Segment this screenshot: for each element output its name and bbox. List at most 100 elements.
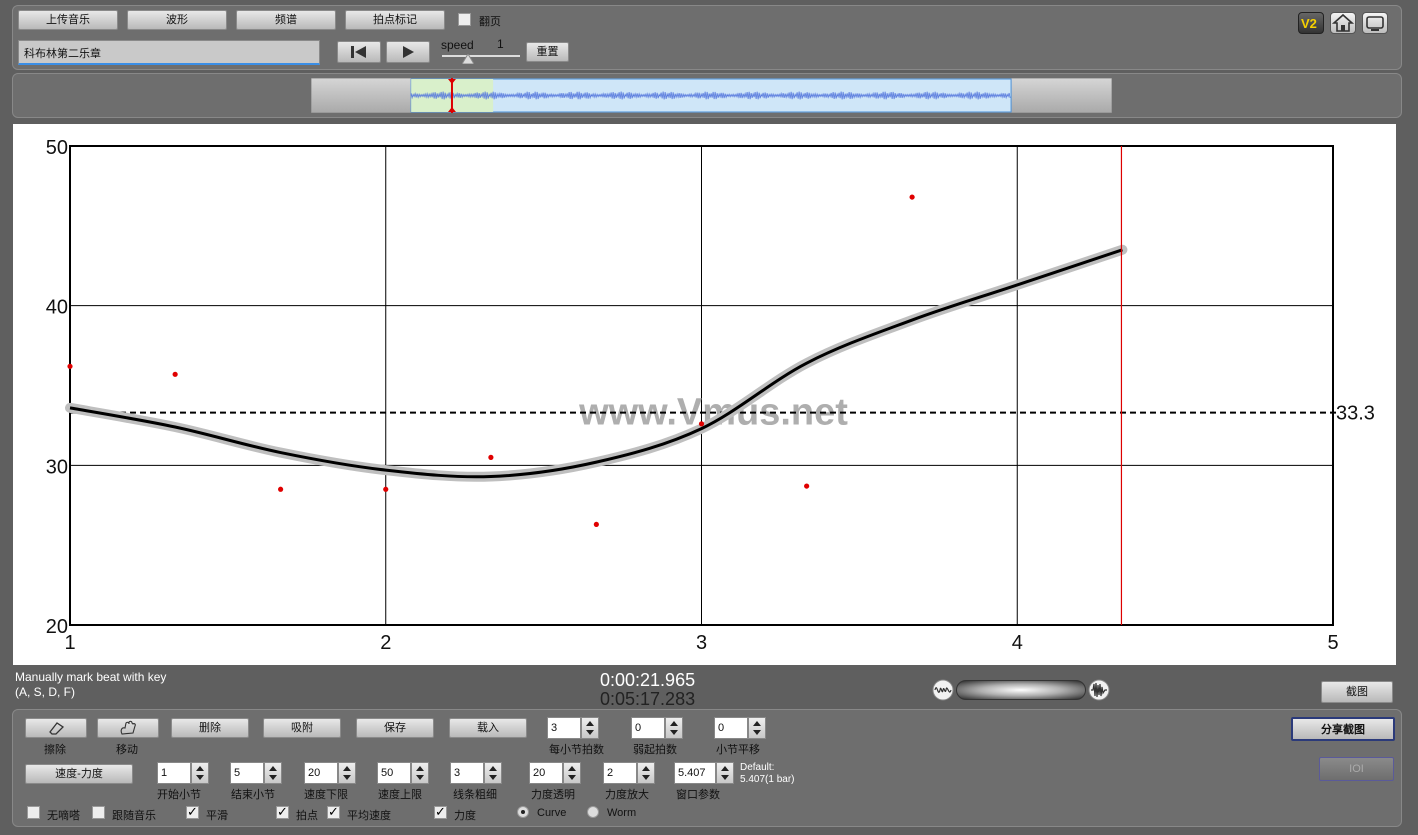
dynamics-opacity-label: 力度透明 [531, 789, 575, 801]
dynamics-checkbox[interactable] [434, 804, 447, 820]
speed-slider-track [442, 55, 520, 57]
page-flip-checkbox[interactable] [458, 13, 471, 26]
dynamics-scale-arrows[interactable] [637, 762, 655, 784]
tempo-min-label: 速度下限 [304, 789, 348, 801]
rewind-button[interactable] [337, 41, 381, 63]
volume-slider-track[interactable] [956, 680, 1086, 700]
save-button[interactable]: 保存 [356, 718, 434, 738]
tempo-max-value[interactable]: 50 [377, 762, 411, 784]
chart-beat-point[interactable] [172, 371, 178, 377]
chart-beat-point[interactable] [804, 483, 810, 489]
hand-icon [120, 720, 136, 735]
waveform-overview[interactable] [311, 78, 1112, 113]
manual-mark-keys: (A, S, D, F) [15, 685, 75, 699]
tempo-min-value[interactable]: 20 [304, 762, 338, 784]
screen-icon [1366, 16, 1384, 31]
home-button[interactable] [1330, 12, 1356, 34]
chart-beat-point[interactable] [488, 454, 494, 460]
tempo-min-arrows[interactable] [338, 762, 356, 784]
follow-music-checkbox[interactable] [92, 806, 105, 819]
current-time: 0:00:21.965 [600, 670, 696, 690]
tempo-max-stepper[interactable]: 50 [377, 762, 429, 784]
dynamics-opacity-stepper[interactable]: 20 [529, 762, 581, 784]
window-param-arrows[interactable] [716, 762, 734, 784]
chart-beat-point[interactable] [278, 486, 284, 492]
volume-control[interactable] [932, 678, 1112, 702]
skip-back-icon [351, 46, 366, 58]
beats-per-bar-arrows[interactable] [581, 717, 599, 739]
default-label: Default: [740, 762, 775, 773]
start-bar-arrows[interactable] [191, 762, 209, 784]
line-width-stepper[interactable]: 3 [450, 762, 502, 784]
delete-button[interactable]: 删除 [171, 718, 249, 738]
pickup-beats-label: 弱起拍数 [633, 744, 677, 756]
beat-points-checkbox[interactable] [276, 804, 289, 820]
dynamics-scale-stepper[interactable]: 2 [603, 762, 655, 784]
window-param-value[interactable]: 5.407 [674, 762, 716, 784]
avg-tempo-label: 平均速度 [347, 810, 391, 822]
bar-shift-stepper[interactable]: 0 [714, 717, 766, 739]
chart-dynamics-band [65, 244, 1128, 482]
tempo-min-stepper[interactable]: 20 [304, 762, 356, 784]
chart-beat-point[interactable] [383, 486, 389, 492]
window-param-stepper[interactable]: 5.407 [674, 762, 734, 784]
worm-label: Worm [607, 807, 637, 819]
tempo-max-label: 速度上限 [378, 789, 422, 801]
line-width-arrows[interactable] [484, 762, 502, 784]
screen-button[interactable] [1362, 12, 1388, 34]
waveform-button[interactable]: 波形 [127, 10, 227, 30]
spectrum-button[interactable]: 频谱 [236, 10, 336, 30]
tempo-dynamics-mode-button[interactable]: 速度-力度 [25, 764, 133, 784]
track-name-field[interactable]: 科布林第二乐章 [18, 40, 320, 65]
snap-button[interactable]: 吸附 [263, 718, 341, 738]
follow-music-label: 跟随音乐 [112, 810, 156, 822]
end-bar-stepper[interactable]: 5 [230, 762, 282, 784]
dynamics-scale-value[interactable]: 2 [603, 762, 637, 784]
worm-radio[interactable] [587, 806, 599, 818]
tempo-max-arrows[interactable] [411, 762, 429, 784]
dynamics-opacity-arrows[interactable] [563, 762, 581, 784]
end-bar-arrows[interactable] [264, 762, 282, 784]
bar-shift-arrows[interactable] [748, 717, 766, 739]
bar-shift-value[interactable]: 0 [714, 717, 748, 739]
reset-button[interactable]: 重置 [526, 42, 569, 62]
start-bar-stepper[interactable]: 1 [157, 762, 209, 784]
total-time: 0:05:17.283 [600, 689, 696, 709]
share-screenshot-button[interactable]: 分享截图 [1291, 717, 1395, 741]
no-click-checkbox[interactable] [27, 806, 40, 819]
beats-per-bar-stepper[interactable]: 3 [547, 717, 599, 739]
beat-mark-button[interactable]: 拍点标记 [345, 10, 445, 30]
screenshot-button[interactable]: 截图 [1321, 681, 1393, 703]
line-width-label: 线条粗细 [453, 789, 497, 801]
start-bar-value[interactable]: 1 [157, 762, 191, 784]
move-button[interactable] [97, 718, 159, 738]
home-icon [1331, 13, 1355, 32]
chart-beat-point[interactable] [593, 521, 599, 528]
avg-tempo-checkbox[interactable] [327, 804, 340, 820]
chart-beat-point[interactable] [698, 421, 705, 427]
curve-radio[interactable] [517, 806, 529, 818]
speed-slider[interactable] [442, 52, 520, 64]
track-name-text: 科布林第二乐章 [24, 48, 101, 60]
play-button[interactable] [386, 41, 430, 63]
tempo-chart[interactable]: 1 2 3 4 520304050www.Vmus.net 33.3 [13, 124, 1396, 665]
beats-per-bar-value[interactable]: 3 [547, 717, 581, 739]
ioi-button[interactable]: IOI [1319, 757, 1394, 781]
end-bar-value[interactable]: 5 [230, 762, 264, 784]
speed-label: speed [441, 38, 474, 52]
chart-y-tick-label: 20 [46, 616, 68, 638]
version-badge[interactable]: V2 [1298, 12, 1324, 34]
pickup-beats-arrows[interactable] [665, 717, 683, 739]
speed-slider-thumb[interactable] [462, 54, 474, 64]
curve-label: Curve [537, 807, 567, 819]
pickup-beats-value[interactable]: 0 [631, 717, 665, 739]
erase-button[interactable] [25, 718, 87, 738]
load-button[interactable]: 载入 [449, 718, 527, 738]
line-width-value[interactable]: 3 [450, 762, 484, 784]
chart-beat-point[interactable] [909, 194, 915, 200]
chart-beat-point[interactable] [67, 363, 73, 369]
pickup-beats-stepper[interactable]: 0 [631, 717, 683, 739]
smooth-checkbox[interactable] [186, 804, 199, 820]
dynamics-opacity-value[interactable]: 20 [529, 762, 563, 784]
upload-music-button[interactable]: 上传音乐 [18, 10, 118, 30]
